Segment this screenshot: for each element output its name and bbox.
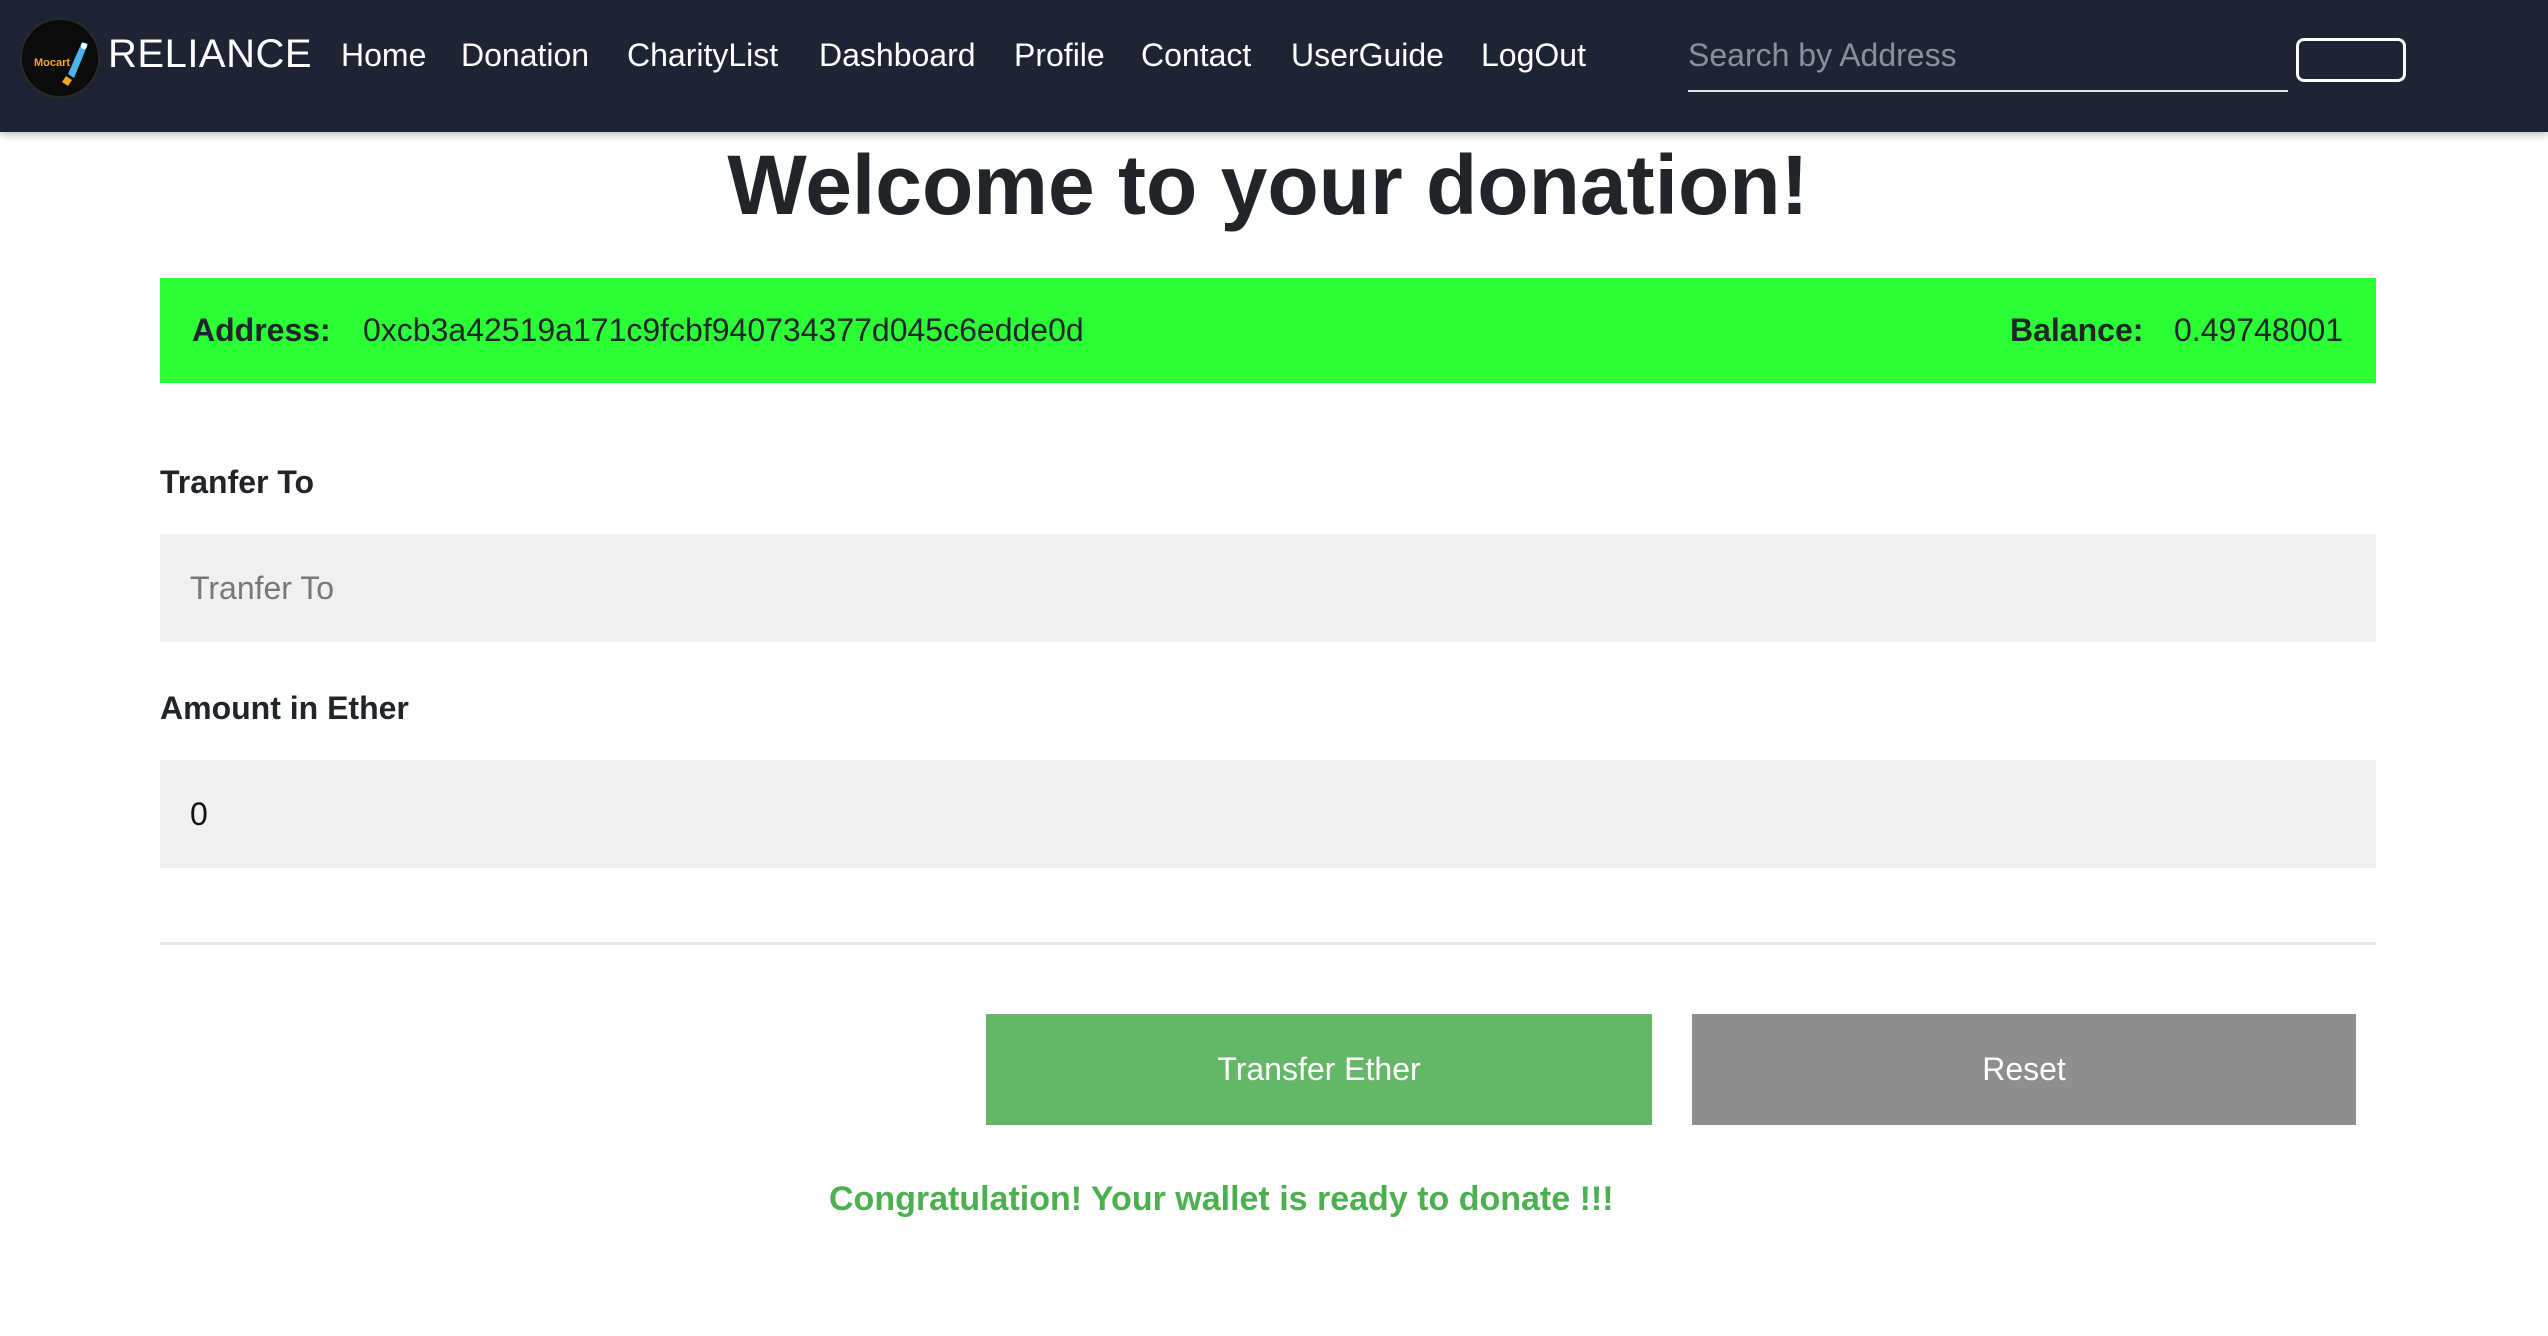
search-field: [1688, 22, 2288, 92]
nav-logout[interactable]: LogOut: [1481, 35, 1586, 75]
brand-name[interactable]: RELIANCE: [108, 30, 312, 78]
search-button[interactable]: [2296, 38, 2406, 82]
transfer-ether-button[interactable]: Transfer Ether: [986, 1014, 1652, 1125]
svg-text:Mocart: Mocart: [34, 57, 70, 69]
address-label: Address:: [192, 312, 331, 348]
form-divider: [160, 942, 2376, 945]
nav-contact[interactable]: Contact: [1141, 35, 1251, 75]
reset-button[interactable]: Reset: [1692, 1014, 2356, 1125]
page-title: Welcome to your donation!: [727, 138, 1809, 232]
nav-dashboard[interactable]: Dashboard: [819, 35, 976, 75]
nav-donation[interactable]: Donation: [461, 35, 589, 75]
address-value: 0xcb3a42519a171c9fcbf940734377d045c6edde…: [363, 312, 1084, 348]
balance-value: 0.49748001: [2174, 312, 2344, 348]
transfer-to-input[interactable]: [160, 534, 2376, 642]
navbar: Mocart RELIANCE Home Donation CharityLis…: [0, 0, 2548, 132]
balance-label: Balance:: [2010, 312, 2144, 348]
nav-profile[interactable]: Profile: [1014, 35, 1105, 75]
wallet-info-bar: Address: 0xcb3a42519a171c9fcbf940734377d…: [160, 278, 2376, 383]
nav-home[interactable]: Home: [341, 35, 426, 75]
logo-rocket-icon: Mocart: [22, 20, 98, 96]
amount-input[interactable]: [160, 760, 2376, 868]
transfer-to-label: Tranfer To: [160, 464, 315, 500]
status-message: Congratulation! Your wallet is ready to …: [829, 1180, 1614, 1218]
nav-userguide[interactable]: UserGuide: [1291, 35, 1444, 75]
search-input[interactable]: [1688, 22, 2288, 88]
nav-charitylist[interactable]: CharityList: [627, 35, 778, 75]
amount-label: Amount in Ether: [160, 690, 409, 726]
brand-logo[interactable]: Mocart: [20, 18, 100, 98]
